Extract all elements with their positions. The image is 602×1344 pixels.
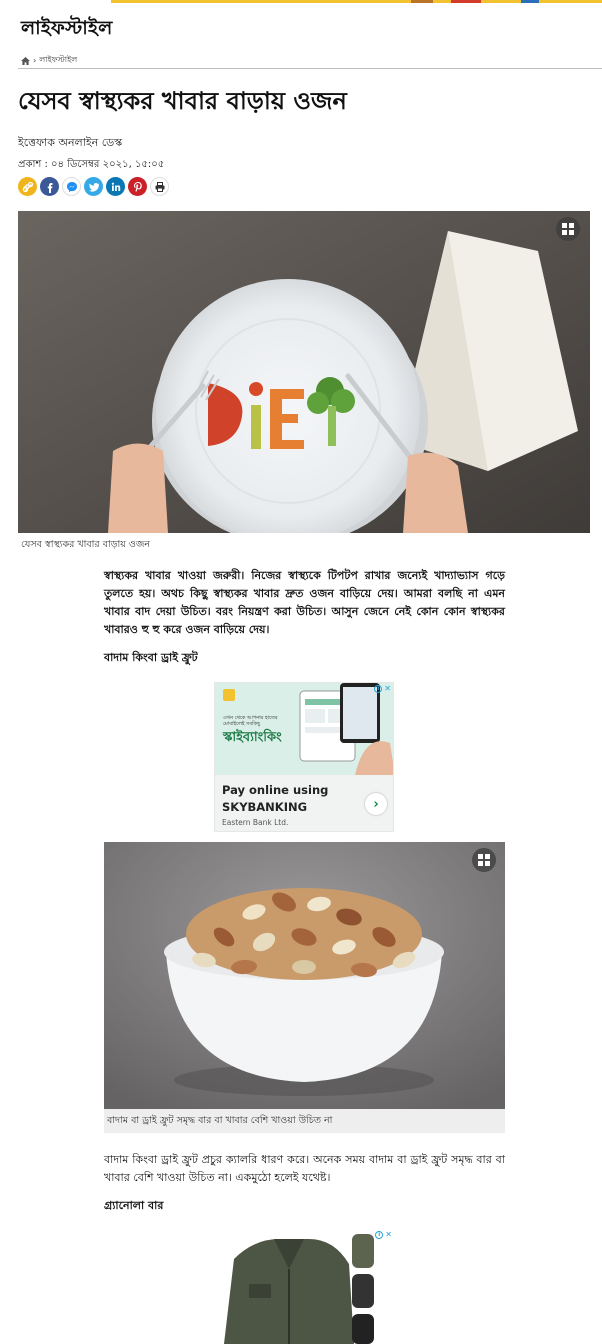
hero-caption: যেসব স্বাস্থ্যকর খাবার বাড়ায় ওজন <box>21 539 151 550</box>
breadcrumb: › লাইফস্টাইল <box>21 54 77 67</box>
article-headline: যেসব স্বাস্থ্যকর খাবার বাড়ায় ওজন <box>18 87 347 115</box>
nuts-image[interactable] <box>104 842 505 1109</box>
ad-go-button[interactable]: › <box>365 793 387 815</box>
breadcrumb-separator: › <box>33 56 37 65</box>
print-button[interactable] <box>150 177 169 196</box>
linkedin-icon <box>111 182 120 191</box>
ad-pay-text: Pay online using SKYBANKING <box>222 783 329 814</box>
diet-plate-photo <box>18 211 590 533</box>
linkedin-share-button[interactable] <box>106 177 125 196</box>
section-title[interactable]: লাইফস্টাইল <box>21 14 112 46</box>
apparel-ad[interactable]: i ✕ <box>214 1229 394 1344</box>
hero-image[interactable] <box>18 211 590 533</box>
breadcrumb-current[interactable]: লাইফস্টাইল <box>39 54 77 67</box>
ad-choices[interactable]: i ✕ <box>374 685 391 693</box>
ad-advertiser: Eastern Bank Ltd. <box>222 818 289 827</box>
article-author[interactable]: ইত্তেফাক অনলাইন ডেস্ক <box>18 134 122 153</box>
ad-close-icon[interactable]: ✕ <box>384 685 391 693</box>
pinterest-share-button[interactable] <box>128 177 147 196</box>
jacket-ad-visual <box>224 1234 374 1344</box>
share-buttons <box>18 177 169 196</box>
home-icon[interactable] <box>21 56 30 65</box>
subheading-granola: গ্র্যানোলা বার <box>104 1199 164 1212</box>
nuts-bowl-photo <box>104 842 505 1109</box>
messenger-share-button[interactable] <box>62 177 81 196</box>
intro-paragraph: স্বাস্থ্যকর খাবার খাওয়া জরুরী। নিজের স্… <box>104 569 505 636</box>
pinterest-icon <box>133 181 142 192</box>
nuts-paragraph: বাদাম কিংবা ড্রাই ফ্রুট প্রচুর ক্যালরি ধ… <box>104 1153 505 1184</box>
top-ad-banner-strip[interactable] <box>111 0 602 3</box>
ad-brand: স্কাইব্যাংকিং <box>223 730 282 745</box>
ad-choices[interactable]: i ✕ <box>375 1231 392 1239</box>
ad-info-icon[interactable]: i <box>375 1231 384 1239</box>
copy-link-icon <box>22 181 33 192</box>
ad-small-headline: এখন থেকে আপনার হাতের মোবাইলেই সবকিছু <box>223 715 278 727</box>
ad-close-icon[interactable]: ✕ <box>385 1231 392 1239</box>
gallery-icon[interactable] <box>472 848 496 872</box>
print-icon <box>155 181 164 192</box>
ad-info-icon[interactable]: i <box>374 685 383 693</box>
breadcrumb-divider <box>18 68 602 69</box>
skybanking-ad[interactable]: এখন থেকে আপনার হাতের মোবাইলেই সবকিছু স্ক… <box>214 682 394 832</box>
messenger-icon <box>66 181 77 192</box>
copy-link-button[interactable] <box>18 177 37 196</box>
nuts-caption: বাদাম বা ড্রাই ফ্রুট সমৃদ্ধ বার বা খাবার… <box>107 1115 333 1126</box>
gallery-icon[interactable] <box>556 217 580 241</box>
subheading-nuts: বাদাম কিংবা ড্রাই ফ্রুট <box>104 651 198 664</box>
facebook-icon <box>47 182 52 193</box>
facebook-share-button[interactable] <box>40 177 59 196</box>
twitter-share-button[interactable] <box>84 177 103 196</box>
twitter-icon <box>88 182 99 192</box>
publish-date: প্রকাশ : ০৪ ডিসেম্বর ২০২১, ১৫:০৫ <box>18 159 165 170</box>
